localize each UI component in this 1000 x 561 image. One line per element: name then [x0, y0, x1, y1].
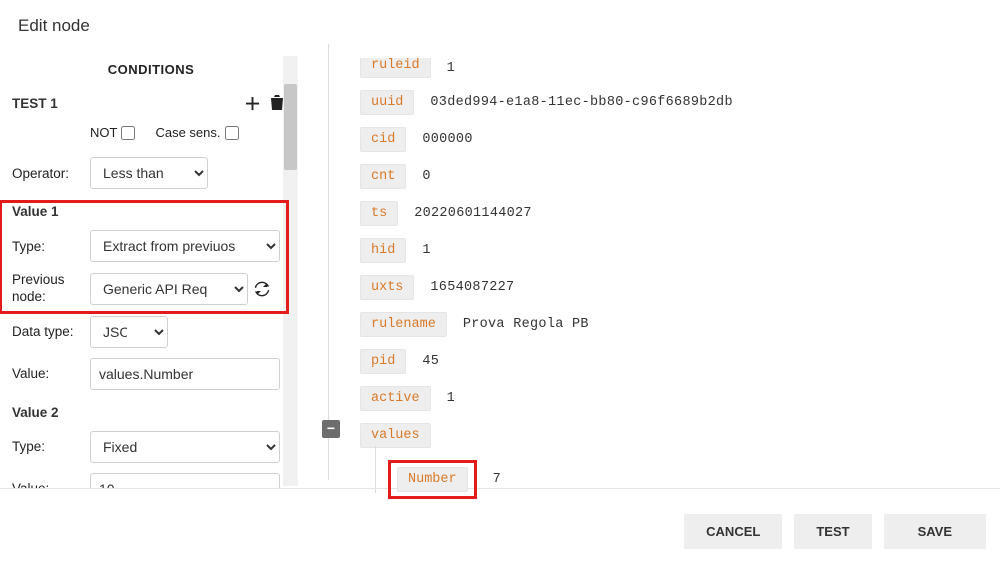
- prevnode-label-line2: node:: [12, 289, 46, 304]
- json-row-uxts: uxts 1654087227: [360, 269, 990, 306]
- json-row-pid: pid 45: [360, 343, 990, 380]
- json-row-uuid: uuid 03ded994-e1a8-11ec-bb80-c96f6689b2d…: [360, 84, 990, 121]
- value1-type-select[interactable]: Extract from previuos output: [90, 230, 280, 262]
- page-title: Edit node: [0, 0, 1000, 44]
- not-checkbox-label[interactable]: NOT: [90, 125, 135, 140]
- json-val: 1: [422, 243, 430, 258]
- value2-value-input[interactable]: [90, 473, 280, 488]
- value1-header: Value 1: [12, 194, 290, 225]
- collapse-icon[interactable]: −: [322, 420, 340, 438]
- not-checkbox[interactable]: [121, 126, 135, 140]
- json-val: 03ded994-e1a8-11ec-bb80-c96f6689b2db: [430, 95, 732, 110]
- json-val: 20220601144027: [414, 206, 532, 221]
- prevnode-label-line1: Previous: [12, 272, 65, 287]
- test-label: TEST 1: [12, 96, 58, 111]
- value1-prevnode-label: Previous node:: [12, 272, 90, 306]
- value1-value-row: Value:: [12, 353, 290, 395]
- conditions-panel: CONDITIONS TEST 1 NOT Case sens.: [0, 44, 300, 488]
- json-key: uuid: [360, 90, 414, 115]
- condition-flags: NOT Case sens.: [12, 125, 290, 152]
- value1-value-input[interactable]: [90, 358, 280, 390]
- json-key: hid: [360, 238, 406, 263]
- footer: CANCEL TEST SAVE: [0, 502, 1000, 561]
- casesens-label-text: Case sens.: [155, 125, 220, 140]
- refresh-icon[interactable]: [254, 281, 270, 297]
- value2-type-label: Type:: [12, 439, 90, 454]
- value2-type-row: Type: Fixed: [12, 426, 290, 468]
- value1-datatype-row: Data type: JSON: [12, 311, 290, 353]
- json-key-number: Number: [397, 467, 468, 492]
- trash-icon[interactable]: [270, 95, 284, 111]
- json-val: 1654087227: [430, 280, 514, 295]
- value1-datatype-select[interactable]: JSON: [90, 316, 168, 348]
- json-values-children: Number 7: [388, 454, 990, 505]
- main-area: CONDITIONS TEST 1 NOT Case sens.: [0, 44, 1000, 489]
- plus-icon[interactable]: [245, 96, 260, 111]
- tree-guide-line-child: [375, 446, 376, 493]
- json-preview-panel: ruleid 1 uuid 03ded994-e1a8-11ec-bb80-c9…: [300, 44, 1000, 488]
- casesens-checkbox-label[interactable]: Case sens.: [155, 125, 238, 140]
- json-key: ts: [360, 201, 398, 226]
- highlight-number: Number: [388, 460, 477, 499]
- value2-type-select[interactable]: Fixed: [90, 431, 280, 463]
- json-row-active: active 1: [360, 380, 990, 417]
- value1-datatype-label: Data type:: [12, 324, 90, 339]
- json-key: pid: [360, 349, 406, 374]
- json-val-number: 7: [493, 472, 501, 487]
- json-row-cnt: cnt 0: [360, 158, 990, 195]
- test-row: TEST 1: [12, 93, 290, 125]
- json-val: 0: [422, 169, 430, 184]
- json-key: cid: [360, 127, 406, 152]
- json-row-values: − values: [360, 417, 990, 454]
- json-val: 1: [447, 391, 455, 406]
- json-val: 45: [422, 354, 439, 369]
- value1-prevnode-row: Previous node: Generic API Request: [12, 267, 290, 311]
- json-row-cid: cid 000000: [360, 121, 990, 158]
- save-button[interactable]: SAVE: [884, 514, 986, 549]
- casesens-checkbox[interactable]: [225, 126, 239, 140]
- value2-value-label: Value:: [12, 481, 90, 488]
- json-key: ruleid: [360, 58, 431, 78]
- conditions-header: CONDITIONS: [12, 54, 290, 93]
- json-row-hid: hid 1: [360, 232, 990, 269]
- json-rows: ruleid 1 uuid 03ded994-e1a8-11ec-bb80-c9…: [360, 52, 990, 505]
- tree-guide-line: [328, 44, 329, 480]
- json-val: 1: [447, 61, 455, 76]
- json-row-ts: ts 20220601144027: [360, 195, 990, 232]
- json-key: active: [360, 386, 431, 411]
- cancel-button[interactable]: CANCEL: [684, 514, 782, 549]
- not-label-text: NOT: [90, 125, 117, 140]
- operator-row: Operator: Less than: [12, 152, 290, 194]
- test-button[interactable]: TEST: [794, 514, 871, 549]
- json-key: uxts: [360, 275, 414, 300]
- value1-value-label: Value:: [12, 366, 90, 381]
- json-key-values: values: [360, 423, 431, 448]
- json-row-number: Number 7: [388, 454, 990, 505]
- json-val: Prova Regola PB: [463, 317, 589, 332]
- json-val: 000000: [422, 132, 472, 147]
- json-key: cnt: [360, 164, 406, 189]
- value1-type-label: Type:: [12, 239, 90, 254]
- value1-type-row: Type: Extract from previuos output: [12, 225, 290, 267]
- operator-select[interactable]: Less than: [90, 157, 208, 189]
- operator-label: Operator:: [12, 166, 90, 181]
- json-key: rulename: [360, 312, 447, 337]
- json-row-ruleid: ruleid 1: [360, 52, 990, 84]
- value2-header: Value 2: [12, 395, 290, 426]
- scrollbar-thumb[interactable]: [284, 84, 297, 170]
- value1-prevnode-select[interactable]: Generic API Request: [90, 273, 248, 305]
- json-row-rulename: rulename Prova Regola PB: [360, 306, 990, 343]
- value2-value-row: Value:: [12, 468, 290, 488]
